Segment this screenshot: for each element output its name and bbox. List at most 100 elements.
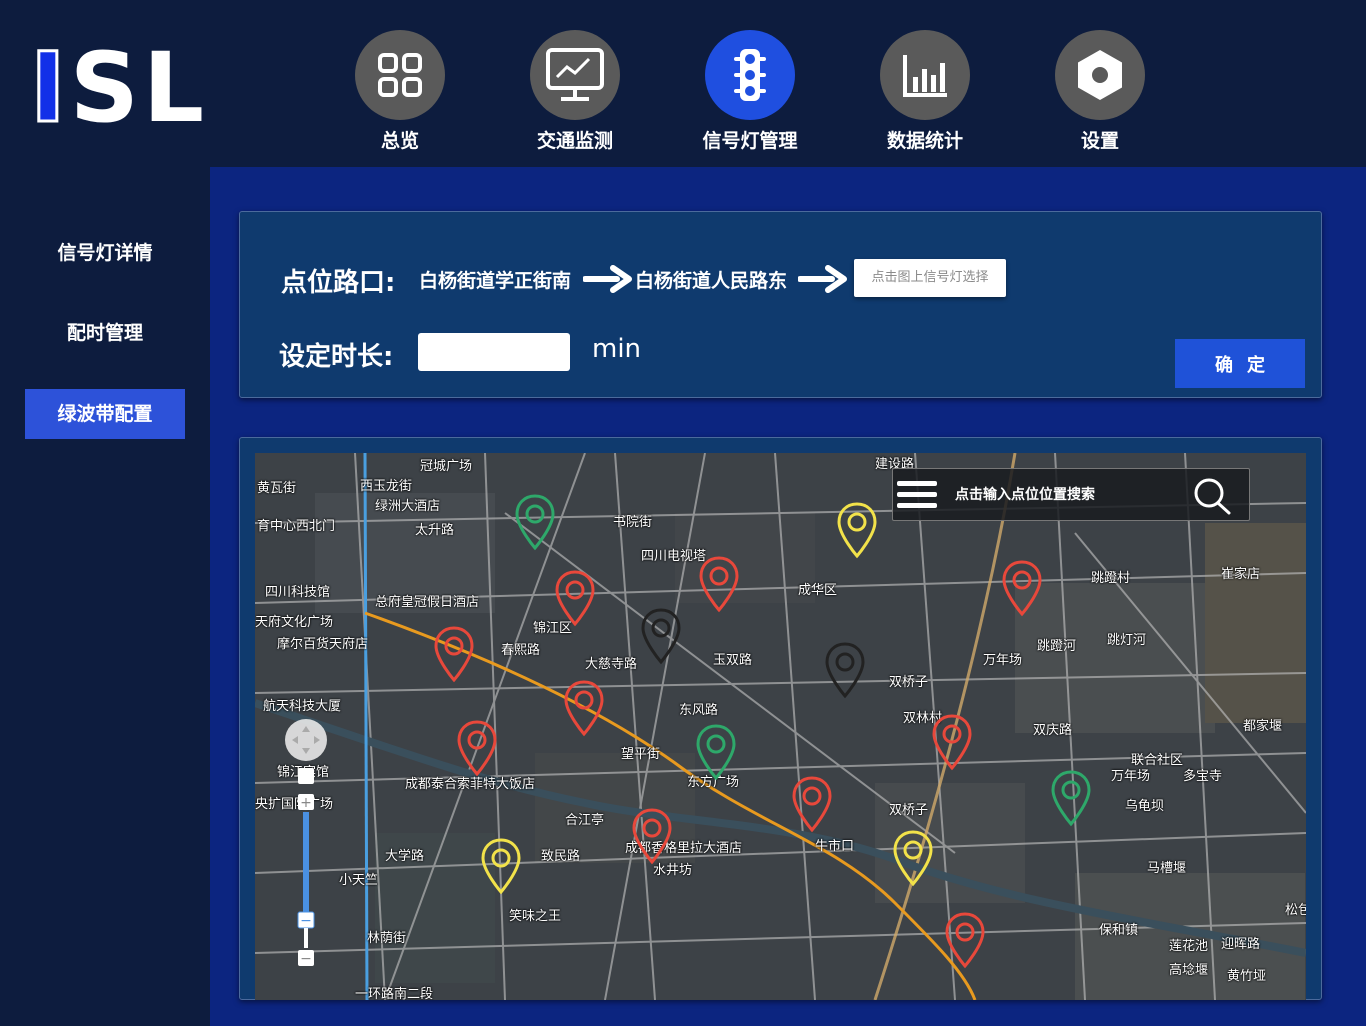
map-label: 绿洲大酒店 [375, 499, 441, 514]
duration-label: 设定时长: [279, 342, 394, 372]
map-search-bar[interactable]: 点击输入点位位置搜索 [892, 468, 1250, 521]
map-label: 总府皇冠假日酒店 [375, 595, 480, 610]
signal-marker[interactable] [1049, 769, 1093, 829]
logo-letters-sl: SL [69, 32, 209, 144]
duration-input[interactable] [418, 333, 570, 371]
map-label: 小天竺 [339, 873, 379, 888]
signal-select-field[interactable]: 点击图上信号灯选择 [854, 259, 1006, 297]
top-header: ISL 总览 交通监测 信号灯管理 数据统计 设置 [0, 0, 1366, 167]
map-label: 双桥子 [889, 675, 929, 690]
signal-marker[interactable] [513, 493, 557, 553]
sidebar-item-green-wave[interactable]: 绿波带配置 [25, 389, 185, 439]
route-point-1: 白杨街道学正街南 [419, 270, 572, 292]
map-label: 双庆路 [1033, 723, 1073, 738]
confirm-button[interactable]: 确定 [1175, 339, 1305, 388]
hexagon-settings-icon [1078, 50, 1122, 100]
map-label: 合江亭 [565, 813, 605, 828]
signal-marker[interactable] [823, 641, 867, 701]
map-label: 跳蹬河 [1037, 639, 1077, 654]
map-label: 林荫街 [367, 931, 407, 946]
signal-marker[interactable] [479, 837, 523, 897]
signal-marker[interactable] [432, 625, 476, 685]
arrow-right-icon [583, 265, 632, 293]
search-icon[interactable] [1193, 477, 1233, 515]
map-label: 松包 [1285, 903, 1306, 918]
svg-text:−: − [300, 951, 312, 967]
map-label: 黄瓦街 [257, 481, 297, 496]
sidebar: 信号灯详情 配时管理 绿波带配置 [0, 167, 210, 1026]
map-label: 黄竹垭 [1227, 969, 1267, 984]
map-label: 万年场 [983, 653, 1023, 668]
search-placeholder[interactable]: 点击输入点位位置搜索 [955, 484, 1095, 504]
nav-overview-label: 总览 [380, 130, 419, 152]
map-label: 乌龟坝 [1125, 799, 1165, 814]
map-label: 东风路 [679, 703, 719, 718]
map-label: 莲花池 [1169, 939, 1209, 954]
map-label: 一环路南二段 [355, 987, 434, 1000]
main-content: 点位路口: 白杨街道学正街南 白杨街道人民路东 点击图上信号灯选择 设定时长: … [210, 167, 1366, 1026]
logo-letter-i: I [29, 32, 70, 144]
signal-marker[interactable] [553, 569, 597, 629]
signal-marker[interactable] [562, 679, 606, 739]
map-label: 书院街 [613, 515, 653, 530]
nav-settings[interactable]: 设置 [1045, 30, 1155, 153]
route-point-2: 白杨街道人民路东 [635, 270, 788, 292]
signal-marker[interactable] [835, 501, 879, 561]
map-label: 笑味之王 [509, 909, 562, 924]
nav-settings-label: 设置 [1080, 130, 1119, 152]
signal-marker[interactable] [790, 775, 834, 835]
nav-overview[interactable]: 总览 [345, 30, 455, 153]
map-label: 大慈寺路 [585, 657, 638, 672]
signal-marker[interactable] [630, 807, 674, 867]
map-label: 西玉龙街 [360, 479, 413, 494]
zoom-slider[interactable]: + − − [283, 718, 329, 978]
traffic-light-icon [734, 49, 766, 101]
map-label: 保和镇 [1099, 923, 1139, 938]
monitor-chart-icon [546, 48, 604, 101]
map-label: 春熙路 [501, 643, 541, 658]
map-label: 跳灯河 [1107, 633, 1147, 648]
sidebar-item-timing[interactable]: 配时管理 [25, 308, 185, 358]
map-label: 崔家店 [1221, 567, 1261, 582]
map-label: 致民路 [541, 849, 581, 864]
signal-marker[interactable] [639, 607, 683, 667]
map-label: 四川科技馆 [265, 585, 331, 600]
map-label: 迎晖路 [1221, 937, 1261, 952]
svg-text:−: − [300, 913, 312, 929]
map-label: 高埝堰 [1169, 963, 1209, 978]
map-panel: 冠城广场 西玉龙街 黄瓦街 绿洲大酒店 太升路 育中心西北门 书院街 四川电视塔… [239, 437, 1322, 1000]
signal-marker[interactable] [930, 713, 974, 773]
map-roads [255, 453, 1306, 1000]
isl-logo: ISL [29, 32, 209, 144]
signal-marker[interactable] [697, 555, 741, 615]
signal-marker[interactable] [455, 719, 499, 779]
grid-icon [378, 53, 422, 97]
signal-marker[interactable] [694, 723, 738, 783]
map-label: 摩尔百货天府店 [277, 637, 369, 652]
signal-marker[interactable] [891, 829, 935, 889]
nav-signal-management[interactable]: 信号灯管理 [695, 30, 805, 153]
map-label: 望平街 [621, 747, 661, 762]
signal-marker[interactable] [1000, 559, 1044, 619]
map-label: 多宝寺 [1183, 769, 1223, 784]
map-label: 马槽堰 [1147, 861, 1187, 876]
map-label: 天府文化广场 [255, 615, 334, 630]
map-label: 太升路 [415, 523, 455, 538]
sidebar-item-signal-detail[interactable]: 信号灯详情 [25, 228, 185, 278]
nav-traffic-monitor-label: 交通监测 [536, 130, 613, 152]
nav-signal-management-label: 信号灯管理 [702, 130, 798, 152]
menu-icon[interactable] [897, 480, 937, 510]
svg-text:+: + [300, 795, 312, 811]
arrow-right-icon [798, 265, 847, 293]
map-label: 育中心西北门 [257, 519, 336, 534]
satellite-map[interactable]: 冠城广场 西玉龙街 黄瓦街 绿洲大酒店 太升路 育中心西北门 书院街 四川电视塔… [255, 453, 1306, 1000]
map-label: 跳蹬村 [1091, 571, 1131, 586]
nav-traffic-monitor[interactable]: 交通监测 [520, 30, 630, 153]
map-label: 都家堰 [1243, 719, 1283, 734]
map-label: 万年场 [1111, 769, 1151, 784]
map-label: 航天科技大厦 [263, 699, 342, 714]
map-label: 大学路 [385, 849, 425, 864]
green-wave-form: 点位路口: 白杨街道学正街南 白杨街道人民路东 点击图上信号灯选择 设定时长: … [239, 211, 1322, 398]
nav-data-stats[interactable]: 数据统计 [870, 30, 980, 153]
signal-marker[interactable] [943, 911, 987, 971]
